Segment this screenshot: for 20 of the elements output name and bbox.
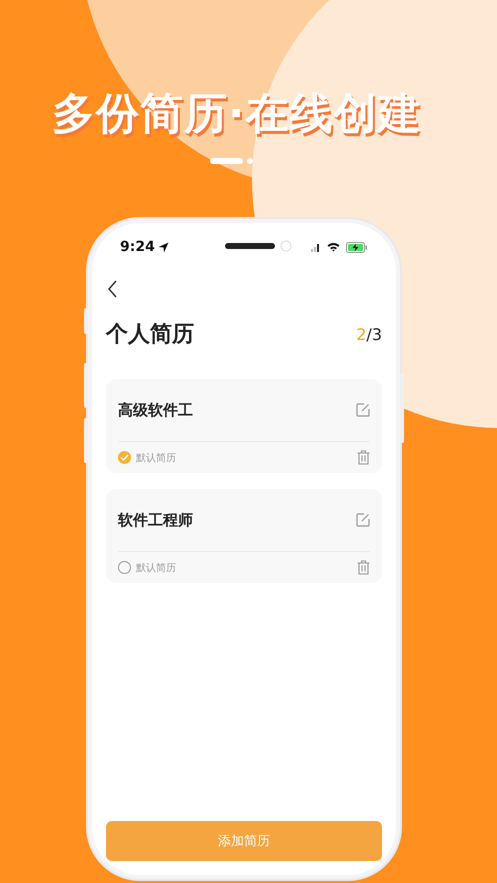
resume-title: 软件工程师 bbox=[118, 510, 193, 530]
resume-card[interactable]: 软件工程师 默认简历 bbox=[106, 489, 382, 583]
signal-icon bbox=[311, 242, 321, 252]
default-radio[interactable] bbox=[118, 561, 131, 574]
default-label: 默认简历 bbox=[136, 452, 176, 464]
resume-title: 高级软件工 bbox=[118, 400, 193, 420]
status-time: 9:24 bbox=[120, 239, 155, 255]
trash-icon[interactable] bbox=[357, 560, 370, 575]
page-counter: 2/3 bbox=[356, 324, 382, 344]
trash-icon[interactable] bbox=[357, 450, 370, 465]
resume-card[interactable]: 高级软件工 默认简历 bbox=[106, 379, 382, 473]
battery-charging-icon bbox=[346, 242, 368, 252]
edit-icon[interactable] bbox=[356, 403, 370, 417]
default-radio[interactable] bbox=[118, 451, 131, 464]
default-label: 默认简历 bbox=[136, 562, 176, 574]
edit-icon[interactable] bbox=[356, 513, 370, 527]
location-icon bbox=[158, 242, 169, 252]
page-title: 个人简历 bbox=[106, 321, 194, 349]
wifi-icon bbox=[327, 242, 340, 252]
pager-dots bbox=[210, 158, 254, 164]
